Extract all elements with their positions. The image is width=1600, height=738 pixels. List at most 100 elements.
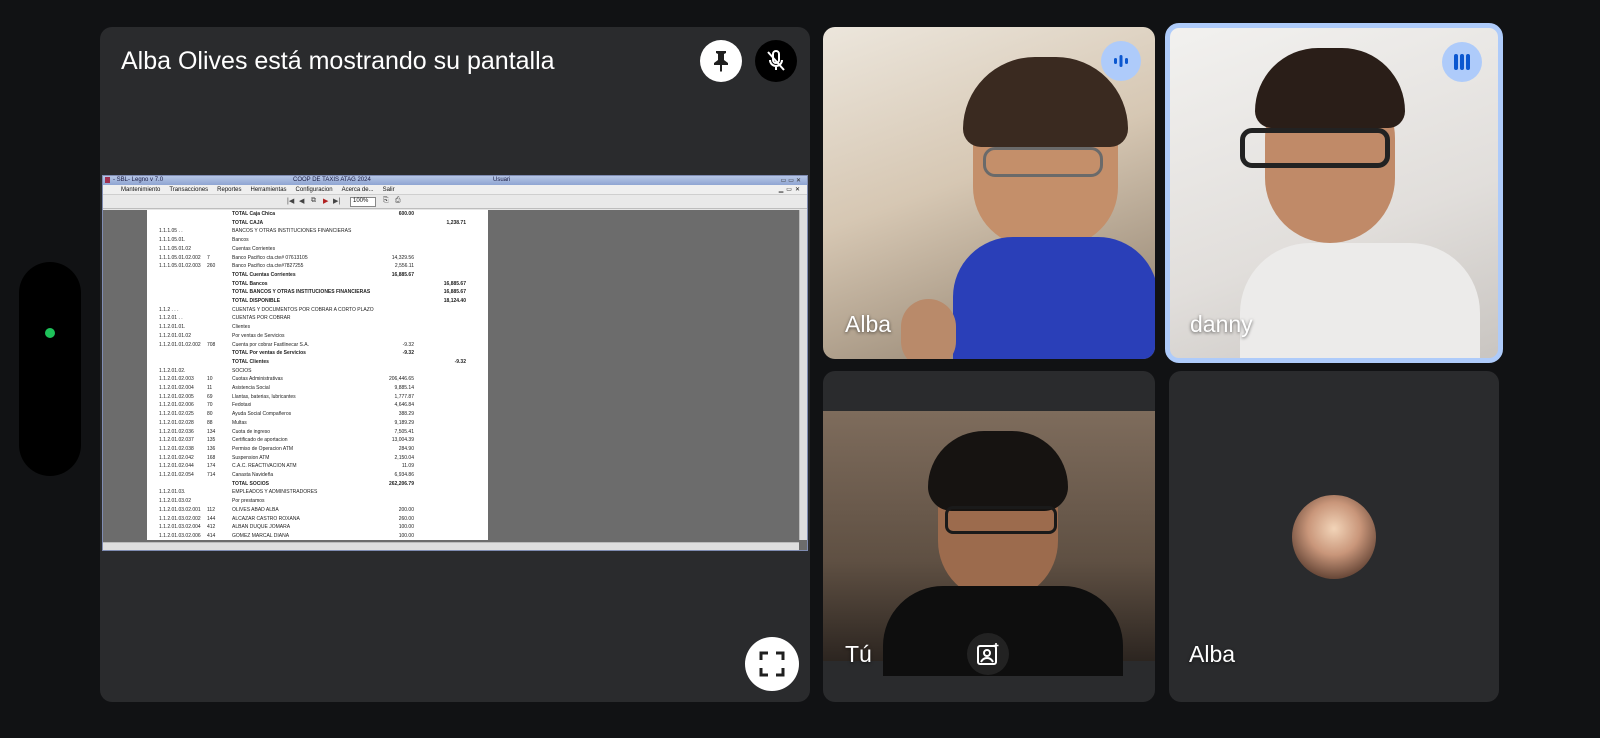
audio-level-icon — [1114, 55, 1128, 67]
print-icon[interactable]: ⎙ — [395, 197, 401, 205]
report-cell-desc: TOTAL Clientes — [232, 358, 269, 365]
first-page-icon[interactable]: |◀ — [287, 197, 294, 205]
report-cell-tot: 16,885.67 — [443, 280, 466, 287]
zoom-select[interactable]: 100% — [350, 197, 376, 207]
report-row: 1.1.2.01.02.038 136 Permiso de Operacion A… — [147, 446, 488, 455]
report-cell-desc: OLIVES ABAD ALBA — [232, 506, 279, 513]
report-cell-amt: -9.32 — [402, 350, 414, 357]
fullscreen-button[interactable] — [745, 637, 799, 691]
report-cell-code: 1.1.2.01.03. — [159, 489, 186, 496]
mdi-controls[interactable]: ▁▭✕ — [779, 186, 803, 193]
report-cell-code: 1.1.2.01.03.02.001 — [159, 506, 201, 513]
report-cell-desc: TOTAL Caja Chica — [232, 211, 276, 217]
report-cell-amt: 9,885.14 — [394, 385, 414, 391]
report-cell-amt: 9,189.29 — [394, 419, 414, 426]
report-cell-desc: Cuotas Administrativas — [232, 376, 283, 383]
report-cell-amt: 100.00 — [398, 524, 414, 531]
report-cell-desc: Canasta Navideña — [232, 472, 274, 478]
report-cell-amt: 206,446.65 — [388, 376, 414, 383]
report-cell-desc: Banco Pacifico cta.cte# 07613105 — [232, 254, 308, 261]
presentation-title: Alba Olives está mostrando su pantalla — [121, 47, 555, 75]
report-row: 1.1.2.01.02.028 88 Multas 9,189.29 — [147, 420, 488, 429]
report-row: 1.1.2.01.02.044 174 C.A.C. REACTIVACION AT… — [147, 463, 488, 472]
report-cell-amt: 2,556.11 — [394, 263, 414, 270]
report-cell-num: 10 — [207, 376, 213, 383]
app-icon — [105, 177, 110, 183]
participant-tile-alba-avatar[interactable]: Alba — [1169, 371, 1499, 702]
report-cell-code: 1.1.2.01.02.025 — [159, 411, 194, 418]
report-cell-desc: TOTAL Por ventas de Servicios — [232, 350, 306, 357]
participant-name: Alba — [1189, 641, 1236, 667]
menu-bar: Mantenimiento Transacciones Reportes Her… — [103, 185, 807, 195]
participant-tile-alba[interactable]: Alba — [823, 27, 1155, 359]
report-cell-desc: TOTAL Cuentas Corrientes — [232, 271, 296, 278]
speaking-indicator — [1442, 42, 1482, 82]
report-cell-desc: Bancos — [232, 237, 249, 244]
report-cell-desc: Permiso de Operacion ATM — [232, 445, 294, 452]
report-cell-desc: CUENTAS POR COBRAR — [232, 315, 291, 322]
report-cell-num: 714 — [207, 472, 216, 478]
report-cell-num: 80 — [207, 411, 213, 418]
report-row: 1.1.2.01.03.02.004 412 ALBAN DUQUE JOMARA 1… — [147, 524, 488, 533]
participant-tile-self[interactable]: Tú — [823, 371, 1155, 702]
menu-item-salir[interactable]: Salir — [383, 187, 395, 193]
report-viewer: TOTAL Caja Chica 600.00 TOTAL CAJA 1,238.71… — [103, 210, 807, 550]
report-cell-num: 7 — [207, 254, 210, 261]
report-cell-code: 1.1.2.01.02.005 — [159, 393, 194, 400]
export-icon[interactable]: ⎘ — [383, 197, 389, 205]
vertical-scrollbar[interactable] — [799, 210, 807, 540]
next-page-icon[interactable]: ▶ — [323, 197, 328, 205]
report-row: 1.1.1.05 . . BANCOS Y OTRAS INSTITUCIONES… — [147, 228, 488, 237]
menu-item-herramientas[interactable]: Herramientas — [251, 187, 287, 193]
avatar — [1292, 495, 1376, 579]
participant-name: Tú — [845, 641, 872, 667]
prev-page-icon[interactable]: ◀ — [299, 197, 304, 205]
report-row: 1.1.2.01.02.036 134 Cuota de ingreso 7,505.… — [147, 429, 488, 438]
report-cell-code: 1.1.2.01.02.004 — [159, 385, 194, 391]
report-row: 1.1.2.01.02.003 10 Cuotas Administrativas 2… — [147, 376, 488, 385]
report-cell-amt: 14,329.56 — [391, 254, 414, 261]
report-cell-code: 1.1.1.05.01. — [159, 237, 186, 244]
visual-effects-icon — [977, 643, 999, 665]
last-page-icon[interactable]: ▶| — [333, 197, 340, 205]
menu-item-reportes[interactable]: Reportes — [217, 187, 241, 193]
report-cell-amt: 284.90 — [398, 445, 414, 452]
horizontal-scrollbar[interactable] — [103, 542, 799, 550]
participant-tile-danny[interactable]: danny — [1165, 23, 1503, 363]
window-title-app: - SBL- Legno v 7.0 — [113, 177, 164, 183]
visual-effects-button[interactable] — [967, 633, 1009, 675]
copy-icon[interactable]: ⧉ — [311, 197, 316, 205]
report-cell-code: 1.1.2.01 . . — [159, 315, 183, 322]
pin-button[interactable] — [700, 40, 742, 82]
report-cell-desc: TOTAL BANCOS Y OTRAS INSTITUCIONES FINAN… — [232, 289, 371, 296]
report-cell-amt: 4,646.84 — [394, 402, 414, 409]
report-cell-code: 1.1.2.01.03.02.006 — [159, 532, 201, 539]
report-cell-amt: 13,004.39 — [391, 437, 414, 444]
report-cell-amt: 11.09 — [401, 463, 414, 470]
report-row: TOTAL Cuentas Corrientes 16,885.67 — [147, 272, 488, 281]
menu-item-transacciones[interactable]: Transacciones — [169, 187, 208, 193]
window-controls[interactable]: ▭▭✕ — [781, 177, 803, 184]
report-row: TOTAL DISPONIBLE 18,124.40 — [147, 298, 488, 307]
report-cell-code: 1.1.2.01.03.02 — [159, 498, 191, 505]
report-row: TOTAL CAJA 1,238.71 — [147, 220, 488, 229]
report-cell-tot: 1,238.71 — [446, 219, 466, 226]
report-cell-amt: 6,934.86 — [394, 472, 414, 478]
menu-item-acerca[interactable]: Acerca de... — [342, 187, 374, 193]
report-cell-num: 412 — [207, 524, 216, 531]
report-cell-desc: Multas — [232, 419, 247, 426]
report-cell-desc: Clientes — [232, 324, 251, 331]
report-cell-desc: Ayuda Social Compañeros — [232, 411, 292, 418]
report-row: 1.1.2 . . . CUENTAS Y DOCUMENTOS POR COBR… — [147, 307, 488, 316]
report-cell-desc: TOTAL DISPONIBLE — [232, 298, 281, 304]
report-cell-code: 1.1.2.01.02.003 — [159, 376, 194, 383]
report-cell-desc: TOTAL Bancos — [232, 280, 268, 287]
window-title-bar: - SBL- Legno v 7.0 COOP DE TAXIS ATAG 20… — [103, 176, 807, 185]
report-row: 1.1.2.01.01. Clientes — [147, 324, 488, 333]
menu-item-mantenimiento[interactable]: Mantenimiento — [121, 187, 160, 193]
audio-level-icon — [1454, 54, 1470, 70]
report-toolbar: |◀ ◀ ⧉ ▶ ▶| 100% ⎘ ⎙ — [103, 195, 807, 209]
menu-item-configuracion[interactable]: Configuracion — [296, 187, 333, 193]
report-cell-code: 1.1.2.01.02.042 — [159, 454, 194, 461]
side-panel-handle[interactable] — [19, 262, 81, 476]
